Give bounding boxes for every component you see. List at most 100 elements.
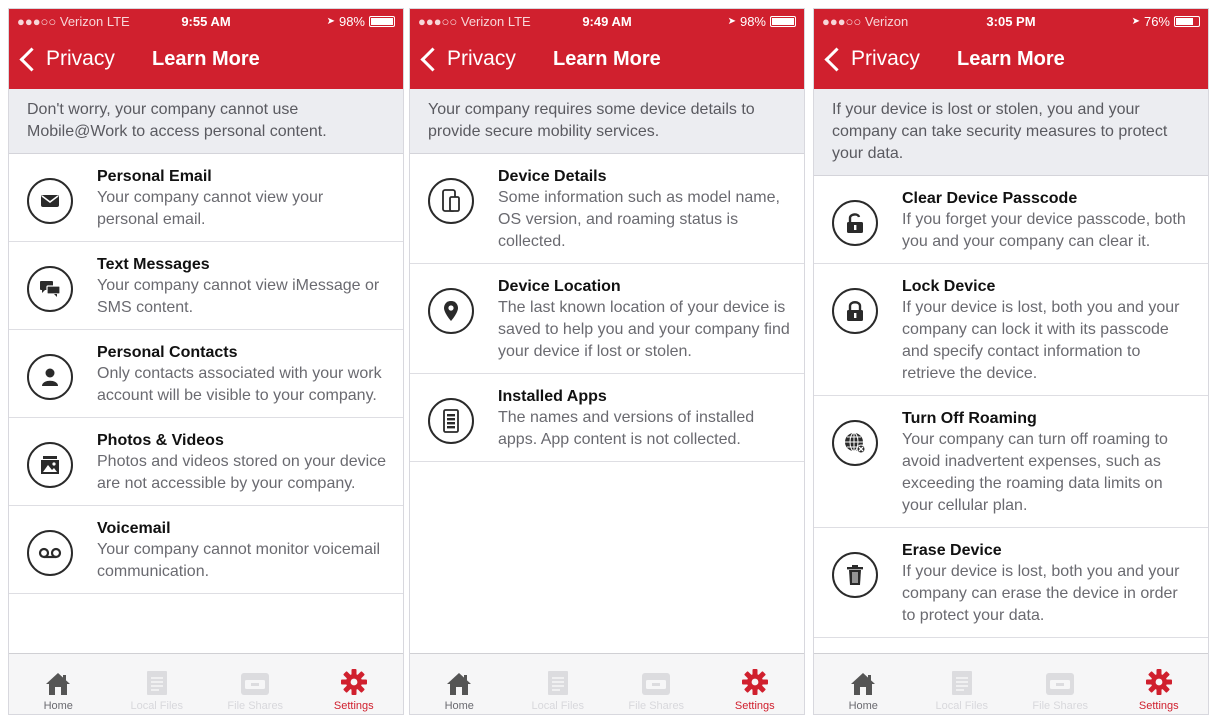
list-item-title: Device Details bbox=[498, 168, 607, 185]
list-item-title: Personal Contacts bbox=[97, 344, 238, 361]
intro-text: Your company requires some device detail… bbox=[410, 89, 804, 154]
back-button[interactable]: Privacy bbox=[19, 46, 115, 72]
page-title: Learn More bbox=[553, 48, 661, 70]
battery-status: ➤ 98% bbox=[728, 14, 796, 29]
list-item: Personal Contacts Only contacts associate… bbox=[9, 330, 403, 418]
intro-text: Don't worry, your company cannot use Mob… bbox=[9, 89, 403, 154]
back-button[interactable]: Privacy bbox=[824, 46, 920, 72]
list-item-description: Your company cannot view iMessage or SMS… bbox=[97, 277, 380, 316]
page-title: Learn More bbox=[957, 48, 1065, 70]
file-shares-icon bbox=[240, 672, 270, 696]
info-list: Clear Device Passcode If you forget your … bbox=[814, 176, 1208, 638]
privacy-screen-device-details: ●●●○○ Verizon LTE 9:49 AM ➤ 98% Privacy Learn… bbox=[409, 8, 805, 715]
email-icon bbox=[27, 178, 73, 224]
list-item-text: Lock Device If your device is lost, both … bbox=[902, 276, 1194, 385]
back-button-label: Privacy bbox=[447, 47, 516, 70]
tab-label: File Shares bbox=[227, 700, 284, 712]
status-bar: ●●●○○ Verizon LTE 9:55 AM ➤ 98% bbox=[9, 9, 403, 35]
list-item-description: If your device is lost, both you and you… bbox=[902, 563, 1180, 624]
tab-bar: Home Local Files File Shares Settings bbox=[410, 653, 804, 714]
nav-bar: Privacy Learn More bbox=[814, 35, 1208, 89]
list-item: Device Details Some information such as m… bbox=[410, 154, 804, 264]
page-title: Learn More bbox=[152, 48, 260, 70]
battery-status: ➤ 98% bbox=[327, 14, 395, 29]
local-files-icon bbox=[951, 670, 973, 696]
tab-home[interactable]: Home bbox=[9, 654, 108, 714]
back-button[interactable]: Privacy bbox=[420, 46, 516, 72]
list-item-title: Photos & Videos bbox=[97, 432, 224, 449]
list-item: Photos & Videos Photos and videos stored … bbox=[9, 418, 403, 506]
settings-gear-icon bbox=[1145, 668, 1173, 696]
list-item-title: Installed Apps bbox=[498, 388, 607, 405]
tab-label: File Shares bbox=[1032, 700, 1089, 712]
tab-file-shares[interactable]: File Shares bbox=[206, 654, 305, 714]
list-item-text: Personal Email Your company cannot view y… bbox=[97, 166, 389, 231]
chevron-left-icon bbox=[824, 46, 849, 72]
list-item-title: Clear Device Passcode bbox=[902, 190, 1078, 207]
lock-icon bbox=[832, 288, 878, 334]
tab-file-shares[interactable]: File Shares bbox=[1011, 654, 1110, 714]
list-item-description: If you forget your device passcode, both… bbox=[902, 211, 1186, 250]
tab-label: Settings bbox=[734, 700, 775, 712]
tab-local-files[interactable]: Local Files bbox=[509, 654, 608, 714]
back-button-label: Privacy bbox=[851, 47, 920, 70]
privacy-screen-security: ●●●○○ Verizon 3:05 PM ➤ 76% Privacy Learn Mor… bbox=[813, 8, 1209, 715]
tab-settings[interactable]: Settings bbox=[706, 654, 805, 714]
list-item: Device Location The last known location o… bbox=[410, 264, 804, 374]
list-item-text: Personal Contacts Only contacts associate… bbox=[97, 342, 389, 407]
list-item-description: The names and versions of installed apps… bbox=[498, 409, 755, 448]
tab-home[interactable]: Home bbox=[814, 654, 913, 714]
chevron-left-icon bbox=[420, 46, 445, 72]
tab-label: Home bbox=[444, 700, 474, 712]
location-arrow-icon: ➤ bbox=[727, 16, 736, 27]
chevron-left-icon bbox=[19, 46, 44, 72]
tab-file-shares[interactable]: File Shares bbox=[607, 654, 706, 714]
contact-icon bbox=[27, 354, 73, 400]
list-item-title: Personal Email bbox=[97, 168, 212, 185]
tab-local-files[interactable]: Local Files bbox=[913, 654, 1012, 714]
battery-percent: 98% bbox=[739, 14, 766, 29]
list-item: Erase Device If your device is lost, both… bbox=[814, 528, 1208, 638]
trash-icon bbox=[832, 552, 878, 598]
list-item-text: Voicemail Your company cannot monitor voi… bbox=[97, 518, 389, 583]
list-item-title: Lock Device bbox=[902, 278, 996, 295]
tab-label: File Shares bbox=[628, 700, 685, 712]
tab-local-files[interactable]: Local Files bbox=[108, 654, 207, 714]
tab-label: Local Files bbox=[130, 700, 184, 712]
tab-label: Local Files bbox=[935, 700, 989, 712]
local-files-icon bbox=[146, 670, 168, 696]
device-icon bbox=[428, 178, 474, 224]
list-item-description: Only contacts associated with your work … bbox=[97, 365, 382, 404]
tab-label: Settings bbox=[1138, 700, 1179, 712]
list-item-description: Your company cannot monitor voicemail co… bbox=[97, 541, 381, 580]
list-item: Clear Device Passcode If you forget your … bbox=[814, 176, 1208, 264]
list-item-description: Photos and videos stored on your device … bbox=[97, 453, 387, 492]
back-button-label: Privacy bbox=[46, 47, 115, 70]
battery-icon bbox=[1174, 16, 1200, 27]
list-item-text: Photos & Videos Photos and videos stored … bbox=[97, 430, 389, 495]
voicemail-icon bbox=[27, 530, 73, 576]
status-bar: ●●●○○ Verizon 3:05 PM ➤ 76% bbox=[814, 9, 1208, 35]
battery-icon bbox=[369, 16, 395, 27]
tab-label: Home bbox=[43, 700, 73, 712]
globe-icon bbox=[832, 420, 878, 466]
header-bar: ●●●○○ Verizon LTE 9:55 AM ➤ 98% Privacy Learn… bbox=[9, 9, 403, 89]
home-icon bbox=[850, 672, 876, 696]
tab-settings[interactable]: Settings bbox=[305, 654, 404, 714]
list-item-title: Voicemail bbox=[97, 520, 171, 537]
home-icon bbox=[45, 672, 71, 696]
list-item-text: Text Messages Your company cannot view iM… bbox=[97, 254, 389, 319]
tab-settings[interactable]: Settings bbox=[1110, 654, 1209, 714]
apps-icon bbox=[428, 398, 474, 444]
tab-home[interactable]: Home bbox=[410, 654, 509, 714]
list-item: Voicemail Your company cannot monitor voi… bbox=[9, 506, 403, 594]
photo-icon bbox=[27, 442, 73, 488]
list-item-text: Device Details Some information such as m… bbox=[498, 166, 790, 253]
battery-percent: 76% bbox=[1143, 14, 1170, 29]
list-item-description: The last known location of your device i… bbox=[498, 299, 790, 360]
header-bar: ●●●○○ Verizon LTE 9:49 AM ➤ 98% Privacy Learn… bbox=[410, 9, 804, 89]
file-shares-icon bbox=[641, 672, 671, 696]
list-item-description: Your company cannot view your personal e… bbox=[97, 189, 324, 228]
tab-label: Home bbox=[848, 700, 878, 712]
tab-bar: Home Local Files File Shares Settings bbox=[9, 653, 403, 714]
